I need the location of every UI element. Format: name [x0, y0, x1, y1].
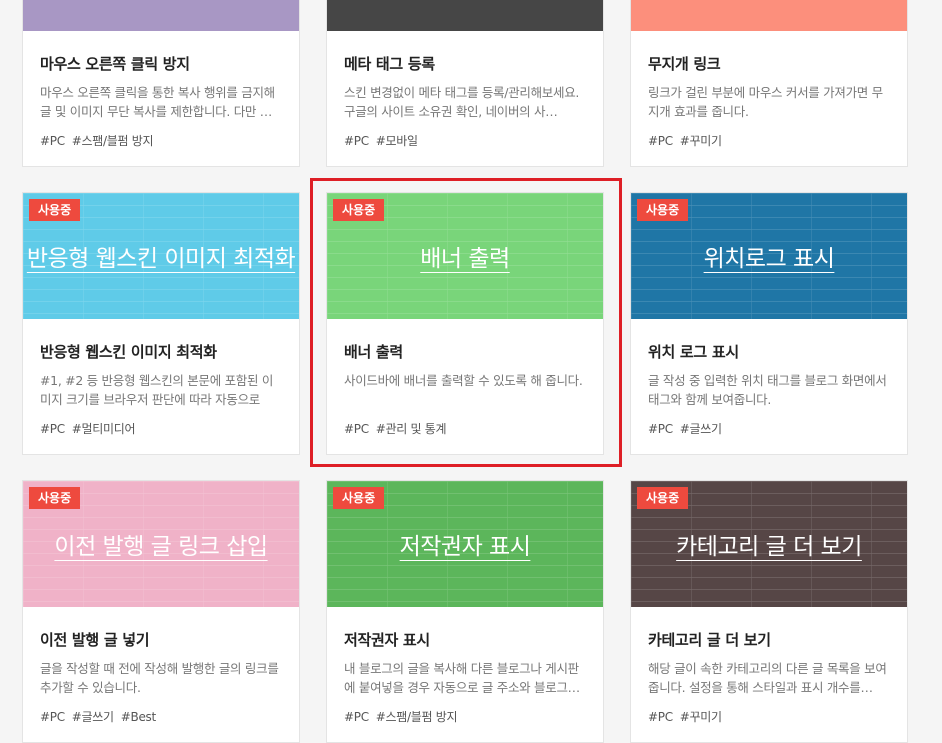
thumbnail-title: 반응형 웹스킨 이미지 최적화 [26, 246, 296, 272]
tag[interactable]: #글쓰기 [72, 710, 114, 724]
tag[interactable]: #꾸미기 [680, 710, 722, 724]
plugin-name: 메타 태그 등록 [344, 55, 435, 73]
plugin-thumbnail: 사용중 반응형 웹스킨 이미지 최적화 [23, 193, 299, 319]
thumbnail-title: 이전 발행 글 링크 삽입 [54, 534, 268, 560]
plugin-description: 내 블로그의 글을 복사해 다른 블로그나 게시판에 붙여넣을 경우 자동으로 … [344, 661, 580, 695]
plugin-description: 해당 글이 속한 카테고리의 다른 글 목록을 보여줍니다. 설정을 통해 스타… [648, 661, 887, 695]
tag[interactable]: #스팸/블펌 방지 [72, 134, 154, 148]
plugin-card-rainbow-link[interactable]: 무지개 링크 링크가 걸린 부분에 마우스 커서를 가져가면 무지개 효과를 줍… [630, 0, 908, 167]
plugin-thumbnail: 사용중 이전 발행 글 링크 삽입 [23, 481, 299, 607]
thumbnail-title: 위치로그 표시 [703, 246, 835, 272]
thumbnail-title: 카테고리 글 더 보기 [676, 534, 862, 560]
plugin-thumbnail [327, 0, 603, 31]
tag[interactable]: #글쓰기 [680, 422, 722, 436]
tag[interactable]: #PC [40, 422, 65, 436]
plugin-description: 사이드바에 배너를 출력할 수 있도록 해 줍니다. [344, 373, 583, 388]
plugin-thumbnail: 사용중 위치로그 표시 [631, 193, 907, 319]
plugin-card-category-more[interactable]: 사용중 카테고리 글 더 보기 카테고리 글 더 보기 해당 글이 속한 카테고… [630, 480, 908, 743]
plugin-description: 스킨 변경없이 메타 태그를 등록/관리해보세요. 구글의 사이트 소유권 확인… [344, 85, 580, 119]
plugin-description: 글을 작성할 때 전에 작성해 발행한 글의 링크를 추가할 수 있습니다. [40, 661, 279, 695]
plugin-thumbnail [23, 0, 299, 31]
plugin-tags: #PC #꾸미기 [648, 708, 890, 725]
plugin-name: 카테고리 글 더 보기 [648, 631, 771, 649]
tag[interactable]: #PC [648, 710, 673, 724]
plugin-thumbnail: 사용중 배너 출력 [327, 193, 603, 319]
in-use-badge: 사용중 [637, 199, 689, 221]
plugin-card-copyright[interactable]: 사용중 저작권자 표시 저작권자 표시 내 블로그의 글을 복사해 다른 블로그… [326, 480, 604, 743]
plugin-tags: #PC #멀티미디어 [40, 420, 282, 437]
plugin-name: 위치 로그 표시 [648, 343, 739, 361]
plugin-thumbnail: 사용중 카테고리 글 더 보기 [631, 481, 907, 607]
thumbnail-title: 저작권자 표시 [399, 534, 531, 560]
plugin-tags: #PC #글쓰기 #Best [40, 708, 282, 725]
plugin-card-previous-post[interactable]: 사용중 이전 발행 글 링크 삽입 이전 발행 글 넣기 글을 작성할 때 전에… [22, 480, 300, 743]
plugin-card-responsive-image[interactable]: 사용중 반응형 웹스킨 이미지 최적화 반응형 웹스킨 이미지 최적화 #1, … [22, 192, 300, 455]
tag[interactable]: #PC [40, 134, 65, 148]
plugin-name: 마우스 오른쪽 클릭 방지 [40, 55, 190, 73]
plugin-tags: #PC #꾸미기 [648, 132, 890, 149]
plugin-tags: #PC #글쓰기 [648, 420, 890, 437]
plugin-card-location-log[interactable]: 사용중 위치로그 표시 위치 로그 표시 글 작성 중 입력한 위치 태그를 블… [630, 192, 908, 455]
plugin-name: 이전 발행 글 넣기 [40, 631, 150, 649]
plugin-tags: #PC #관리 및 통계 [344, 420, 586, 437]
tag[interactable]: #PC [648, 422, 673, 436]
plugin-description: 마우스 오른쪽 클릭을 통한 복사 행위를 금지해 글 및 이미지 무단 복사를… [40, 85, 275, 119]
plugin-name: 배너 출력 [344, 343, 403, 361]
plugin-name: 무지개 링크 [648, 55, 721, 73]
in-use-badge: 사용중 [333, 199, 385, 221]
plugin-description: 글 작성 중 입력한 위치 태그를 블로그 화면에서 태그와 함께 보여줍니다. [648, 373, 887, 407]
tag[interactable]: #PC [40, 710, 65, 724]
plugin-description: #1, #2 등 반응형 웹스킨의 본문에 포함된 이미지 크기를 브라우저 판… [40, 373, 274, 407]
in-use-badge: 사용중 [333, 487, 385, 509]
in-use-badge: 사용중 [29, 487, 81, 509]
plugin-description: 링크가 걸린 부분에 마우스 커서를 가져가면 무지개 효과를 줍니다. [648, 85, 883, 119]
tag[interactable]: #모바일 [376, 134, 418, 148]
in-use-badge: 사용중 [29, 199, 81, 221]
in-use-badge: 사용중 [637, 487, 689, 509]
plugin-card-banner[interactable]: 사용중 배너 출력 배너 출력 사이드바에 배너를 출력할 수 있도록 해 줍니… [326, 192, 604, 455]
tag[interactable]: #PC [344, 134, 369, 148]
plugin-thumbnail [631, 0, 907, 31]
tag[interactable]: #관리 및 통계 [376, 422, 447, 436]
tag[interactable]: #꾸미기 [680, 134, 722, 148]
tag[interactable]: #PC [648, 134, 673, 148]
tag[interactable]: #PC [344, 422, 369, 436]
plugin-tags: #PC #스팸/블펌 방지 [344, 708, 586, 725]
plugin-card-meta-tag[interactable]: 메타 태그 등록 스킨 변경없이 메타 태그를 등록/관리해보세요. 구글의 사… [326, 0, 604, 167]
thumbnail-title: 배너 출력 [420, 246, 510, 272]
tag[interactable]: #멀티미디어 [72, 422, 136, 436]
plugin-tags: #PC #모바일 [344, 132, 586, 149]
tag[interactable]: #PC [344, 710, 369, 724]
plugin-tags: #PC #스팸/블펌 방지 [40, 132, 282, 149]
tag[interactable]: #Best [121, 710, 156, 724]
plugin-thumbnail: 사용중 저작권자 표시 [327, 481, 603, 607]
plugin-card-right-click-block[interactable]: 마우스 오른쪽 클릭 방지 마우스 오른쪽 클릭을 통한 복사 행위를 금지해 … [22, 0, 300, 167]
plugin-name: 반응형 웹스킨 이미지 최적화 [40, 343, 217, 361]
tag[interactable]: #스팸/블펌 방지 [376, 710, 458, 724]
plugin-name: 저작권자 표시 [344, 631, 430, 649]
